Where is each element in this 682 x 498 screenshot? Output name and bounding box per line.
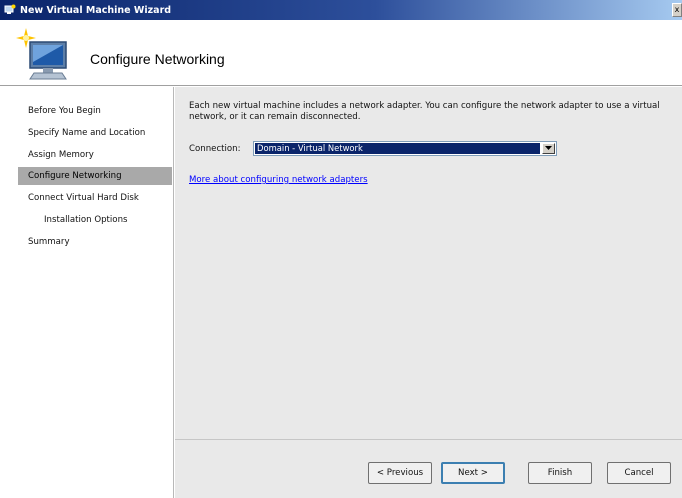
connection-dropdown[interactable]: Domain - Virtual Network (253, 141, 557, 156)
network-adapters-help-link[interactable]: More about configuring network adapters (189, 175, 368, 185)
content-panel: Each new virtual machine includes a netw… (175, 87, 682, 439)
step-before-you-begin[interactable]: Before You Begin (0, 102, 174, 120)
cancel-button[interactable]: Cancel (607, 462, 671, 484)
page-title: Configure Networking (90, 51, 225, 67)
step-summary[interactable]: Summary (0, 233, 174, 251)
next-button[interactable]: Next > (441, 462, 505, 484)
connection-selected-value[interactable]: Domain - Virtual Network (255, 143, 540, 154)
step-installation-options[interactable]: Installation Options (0, 211, 174, 229)
previous-button[interactable]: < Previous (368, 462, 432, 484)
step-configure-networking[interactable]: Configure Networking (18, 167, 172, 185)
step-specify-name-and-location[interactable]: Specify Name and Location (0, 124, 174, 142)
wizard-header: Configure Networking (0, 20, 682, 86)
close-button[interactable]: x (672, 3, 682, 17)
connection-label: Connection: (189, 144, 241, 154)
wizard-app-icon (4, 4, 16, 16)
window-title: New Virtual Machine Wizard (20, 4, 172, 16)
step-connect-virtual-hard-disk[interactable]: Connect Virtual Hard Disk (0, 189, 174, 207)
chevron-down-icon[interactable] (542, 143, 555, 154)
wizard-footer: < Previous Next > Finish Cancel (175, 439, 682, 498)
wizard-step-list: Before You Begin Specify Name and Locati… (0, 87, 174, 498)
step-assign-memory[interactable]: Assign Memory (0, 146, 174, 164)
title-bar: New Virtual Machine Wizard x (0, 0, 682, 20)
page-description: Each new virtual machine includes a netw… (189, 101, 660, 122)
finish-button[interactable]: Finish (528, 462, 592, 484)
computer-with-sparkle-icon (14, 26, 72, 82)
